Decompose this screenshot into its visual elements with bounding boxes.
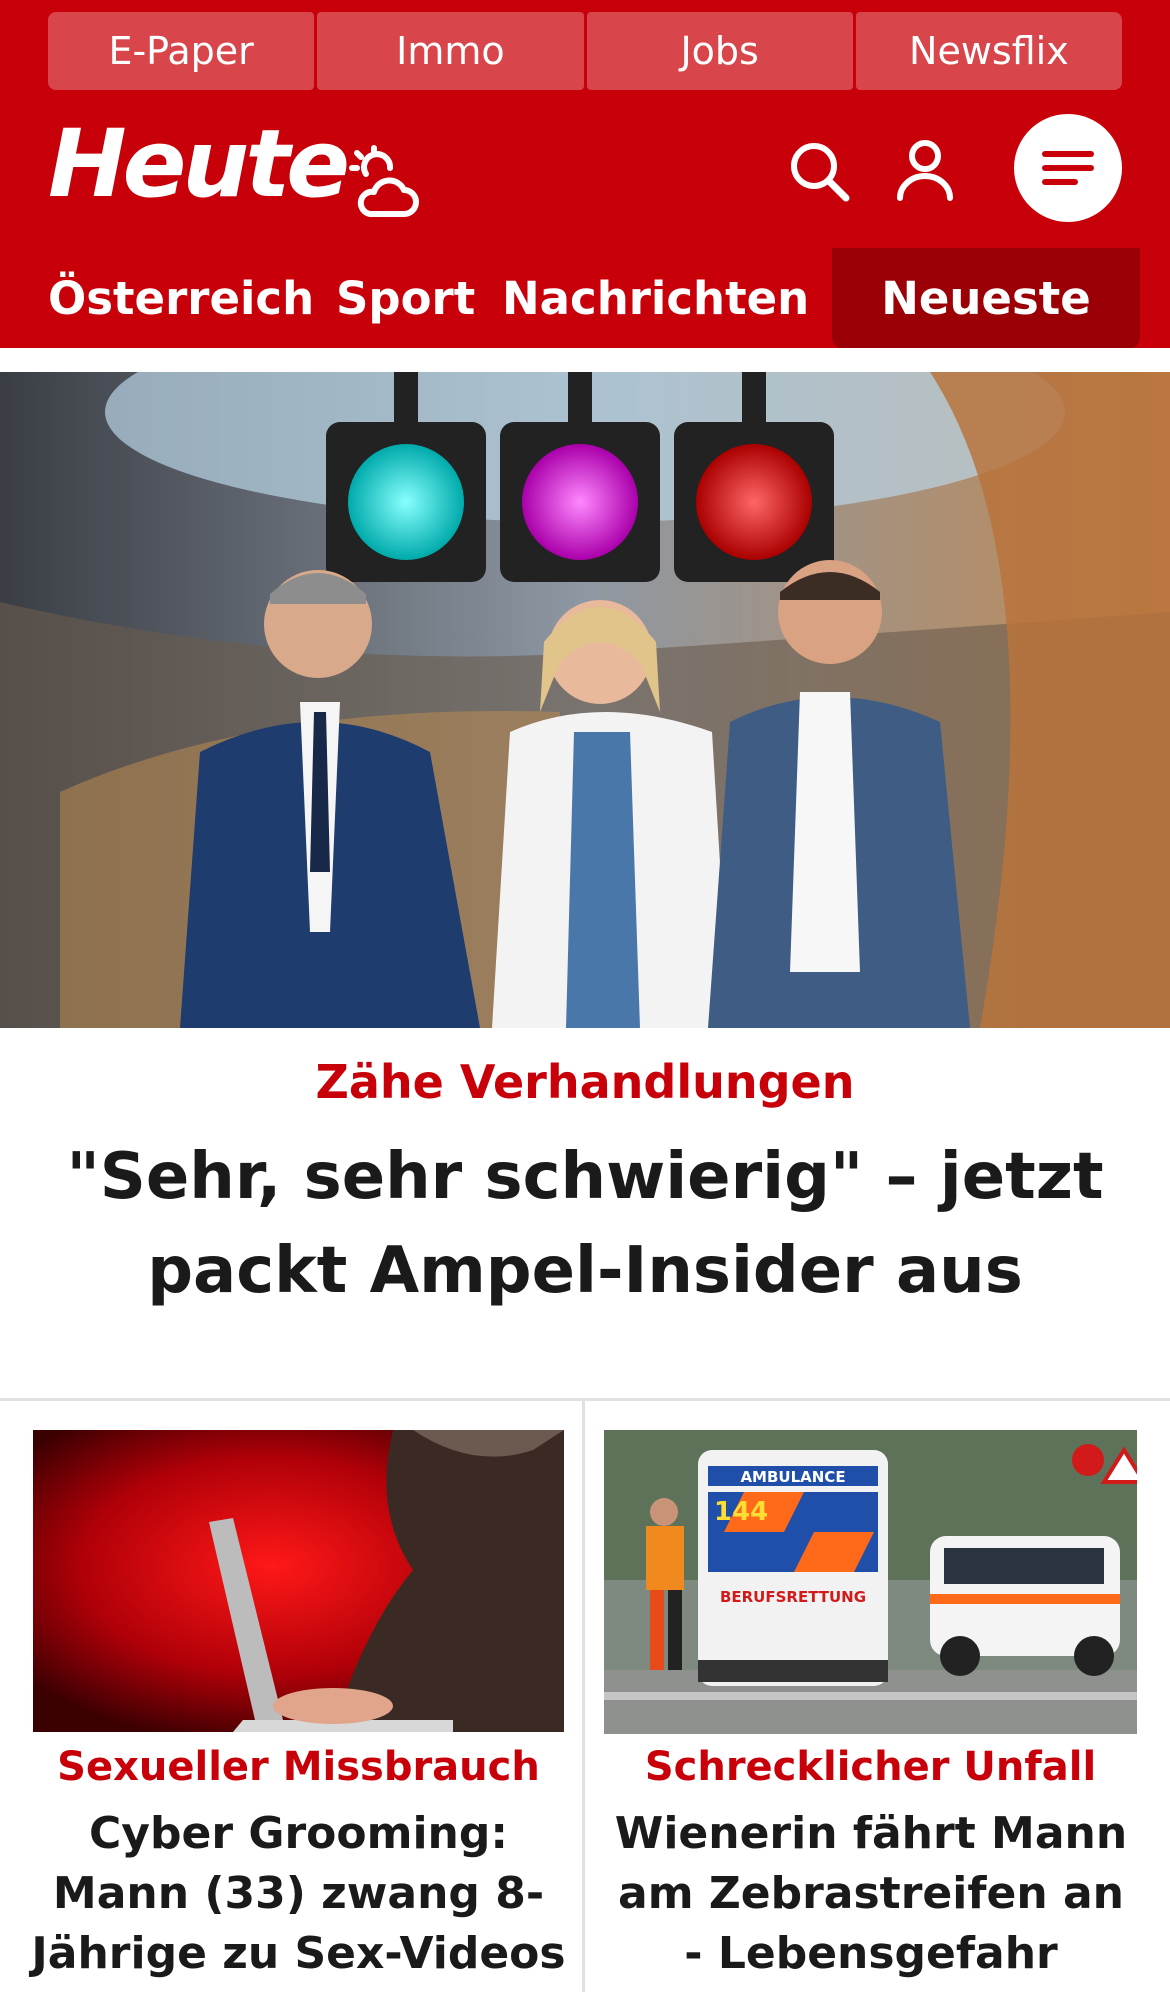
article-image-unfall[interactable]: AMBULANCE 144 BERUFSRETTUNG [604,1430,1137,1734]
section-divider [0,1398,1170,1401]
menu-button[interactable] [1014,114,1122,222]
ambulance-service: BERUFSRETTUNG [720,1588,866,1606]
ambulance-photo: AMBULANCE 144 BERUFSRETTUNG [604,1430,1137,1734]
article-title[interactable]: Wienerin fährt Mann am Zebrastreifen an … [606,1804,1136,1984]
hero-image[interactable] [0,372,1170,1028]
top-link-immo[interactable]: Immo [317,12,584,90]
heute-logo[interactable]: Heute [48,118,350,212]
search-icon[interactable] [786,138,852,204]
hero-kicker[interactable]: Zähe Verhandlungen [0,1055,1170,1109]
nav-item-nachrichten[interactable]: Nachrichten [502,248,809,348]
top-link-jobs[interactable]: Jobs [586,12,853,90]
top-links-bar: E-Paper Immo Jobs Newsflix [48,12,1122,90]
top-link-epaper[interactable]: E-Paper [48,12,315,90]
article-kicker[interactable]: Schrecklicher Unfall [604,1744,1137,1790]
top-link-newsflix[interactable]: Newsflix [855,12,1122,90]
hero-title[interactable]: "Sehr, sehr schwierig" – jetzt packt Amp… [40,1130,1130,1318]
laptop-photo [33,1430,564,1732]
nav-item-oesterreich[interactable]: Österreich [48,248,314,348]
column-divider [582,1401,585,1992]
menu-icon [1042,151,1094,185]
article-kicker[interactable]: Sexueller Missbrauch [33,1744,564,1790]
hero-photo [0,372,1170,1028]
ambulance-label: AMBULANCE [740,1468,845,1486]
ambulance-number: 144 [714,1497,768,1527]
nav-item-neueste[interactable]: Neueste [832,248,1140,348]
article-image-cyber-grooming[interactable] [33,1430,564,1732]
weather-icon[interactable] [344,144,426,226]
article-title[interactable]: Cyber Grooming: Mann (33) zwang 8-Jährig… [26,1804,571,1984]
nav-item-sport[interactable]: Sport [336,248,475,348]
user-icon[interactable] [892,136,958,202]
